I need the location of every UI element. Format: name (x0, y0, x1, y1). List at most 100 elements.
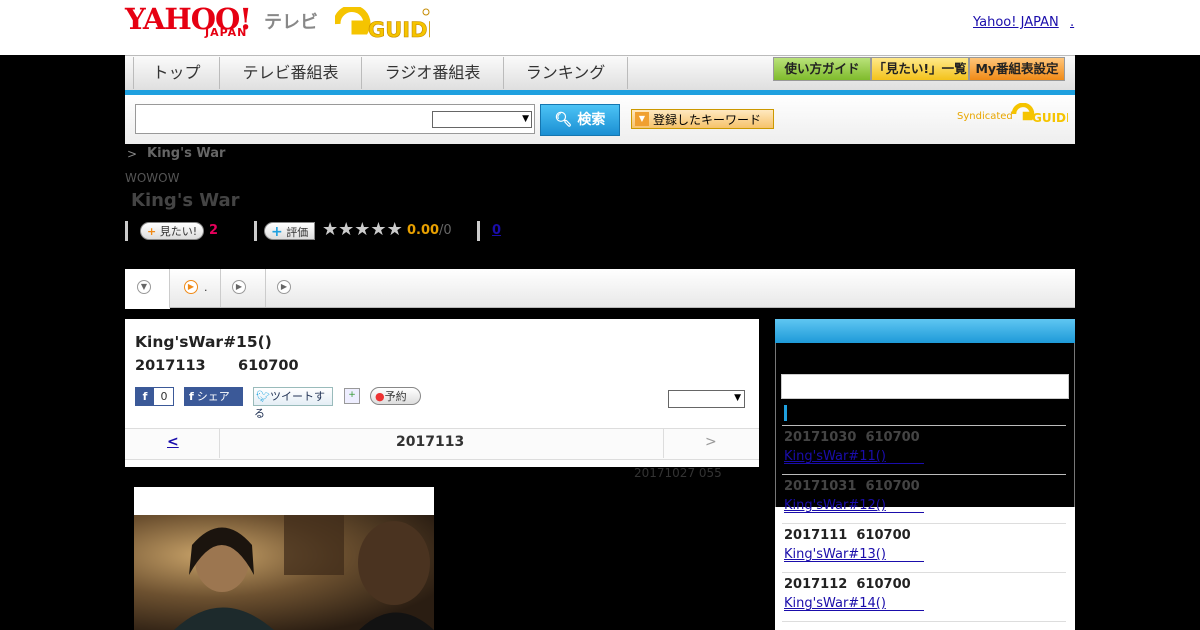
channel-name[interactable]: WOWOW (125, 171, 180, 185)
rating-stars: ★★★★★ (322, 219, 403, 241)
tab-second[interactable]: ▶ . (170, 269, 221, 307)
search-category-select[interactable]: ▼ (432, 111, 532, 128)
sidebar-item-link[interactable]: King'sWar#13() (784, 547, 886, 562)
sidebar-item-date: 2017111 610700 (784, 528, 911, 543)
star-icon: ★ (386, 219, 403, 240)
sidebar-section-marker (784, 405, 787, 421)
svg-text:GUIDE: GUIDE (1032, 111, 1068, 125)
yahoo-japan-link[interactable]: Yahoo! JAPAN (973, 15, 1059, 30)
tab-fourth[interactable]: ▶ (266, 269, 306, 307)
link-underline (784, 561, 924, 562)
breadcrumb-current: King's War (147, 146, 226, 161)
prev-day-link[interactable]: < (167, 434, 179, 450)
review-count-link[interactable]: 0 (492, 223, 501, 238)
sidebar-item-link[interactable]: King'sWar#14() (784, 596, 886, 611)
sidebar-item-link[interactable]: King'sWar#12() (784, 498, 886, 513)
tweet-button[interactable]: 🐦︎ツイートする (253, 387, 333, 420)
divider (477, 221, 480, 241)
sidebar-item-time-value: 610700 (856, 577, 911, 592)
facebook-share-button[interactable]: f シェア (184, 387, 243, 406)
calendar-add-icon[interactable]: + (344, 388, 360, 404)
mitai-list-button[interactable]: 「見たい!」一覧 (871, 57, 969, 81)
nav-tab-top[interactable]: トップ (134, 57, 220, 89)
sidebar-item-date: 2017112 610700 (784, 577, 911, 592)
facebook-icon: f (136, 388, 154, 405)
record-dot-icon: ● (375, 390, 385, 403)
star-icon: ★ (322, 219, 339, 240)
episode-select[interactable]: ▼ (668, 390, 745, 408)
mitai-label: 見たい! (159, 225, 198, 238)
episode-still-illustration (174, 515, 434, 630)
sidebar-item-date: 20171031 610700 (784, 479, 920, 494)
registered-keyword-button[interactable]: ▼ 登録したキーワード (631, 109, 774, 129)
program-title: King's War (131, 190, 240, 211)
tab-second-label: . (204, 281, 208, 294)
sidebar-item-date: 20171030 610700 (784, 430, 920, 445)
divider (663, 429, 664, 458)
link-underline (784, 610, 924, 611)
facebook-icon: f (189, 390, 194, 403)
tab-third[interactable]: ▶ (221, 269, 266, 307)
sidebar-item-date-value: 2017111 (784, 528, 848, 543)
play-icon: ▶ (277, 280, 291, 294)
sidebar-item-time-value: 610700 (856, 528, 911, 543)
next-day-link[interactable]: > (705, 434, 717, 450)
nav-tab-radio-listings[interactable]: ラジオ番組表 (362, 57, 504, 89)
link-underline (784, 463, 924, 464)
my-listings-button[interactable]: My番組表設定 (969, 57, 1065, 81)
plus-icon: + (271, 224, 283, 240)
nav-left-edge (125, 57, 134, 89)
rate-button[interactable]: + 評価 (264, 222, 316, 240)
divider (125, 221, 128, 241)
play-icon: ▶ (232, 280, 246, 294)
tv-label[interactable]: テレビ (264, 8, 318, 34)
search-button[interactable]: 🔍︎ 検索 (540, 104, 620, 136)
gguide-logo[interactable]: GUIDE (333, 5, 442, 42)
plus-icon: + (147, 225, 157, 238)
tab-detail[interactable]: ▼ (125, 269, 170, 309)
star-icon: ★ (354, 219, 371, 240)
current-day: 2017113 (396, 434, 465, 450)
reserve-label: 予約 (384, 390, 407, 403)
syndicated-gguide-logo: GUIDE (1011, 102, 1074, 129)
rating-value: 0.00 (407, 223, 440, 238)
sidebar-input[interactable] (781, 374, 1069, 399)
syndicated-label: Syndicated (957, 111, 1013, 122)
header-dot-link[interactable]: . (1070, 15, 1074, 30)
gguide-logo-text: GUIDE (368, 18, 430, 41)
chevron-down-icon: ▼ (734, 393, 741, 403)
breadcrumb-arrow: > (127, 147, 138, 161)
divider (782, 523, 1066, 524)
divider (782, 572, 1066, 573)
star-icon: ★ (338, 219, 355, 240)
chevron-down-icon: ▼ (137, 280, 151, 294)
divider (219, 429, 220, 458)
rate-label: 評価 (286, 226, 309, 239)
nav-tab-tv-listings[interactable]: テレビ番組表 (220, 57, 362, 89)
divider (254, 221, 257, 241)
yahoo-japan-sublogo: JAPAN (205, 26, 248, 39)
gguide-small-icon: GUIDE (1011, 102, 1074, 125)
sidebar-item-date-value: 20171031 (784, 479, 857, 494)
sidebar-item-link[interactable]: King'sWar#11() (784, 449, 886, 464)
reserve-button[interactable]: ●予約 (370, 387, 421, 405)
gguide-logo-icon: GUIDE (333, 5, 442, 42)
twitter-bird-icon: 🐦︎ (256, 390, 270, 403)
mitai-button[interactable]: + 見たい! (140, 222, 205, 240)
episode-date: 2017113 (135, 358, 206, 374)
link-underline (784, 512, 924, 513)
dropdown-arrow-icon: ▼ (635, 112, 649, 126)
mitai-count: 2 (209, 223, 219, 238)
search-button-label: 検索 (577, 112, 606, 128)
facebook-share-label: シェア (196, 390, 230, 403)
nav-tab-ranking[interactable]: ランキング (504, 57, 628, 89)
sidebar-item-time-value: 610700 (865, 430, 920, 445)
play-icon: ▶ (184, 280, 198, 294)
episode-title: King'sWar#15() (135, 333, 272, 351)
sidebar-item-date-value: 20171030 (784, 430, 857, 445)
registered-keyword-label: 登録したキーワード (653, 113, 762, 127)
updated-timestamp: 20171027 055 (634, 466, 722, 480)
facebook-like-button[interactable]: f 0 (135, 387, 174, 406)
sidebar-list-bg (775, 507, 1075, 630)
guide-button[interactable]: 使い方ガイド (773, 57, 871, 81)
